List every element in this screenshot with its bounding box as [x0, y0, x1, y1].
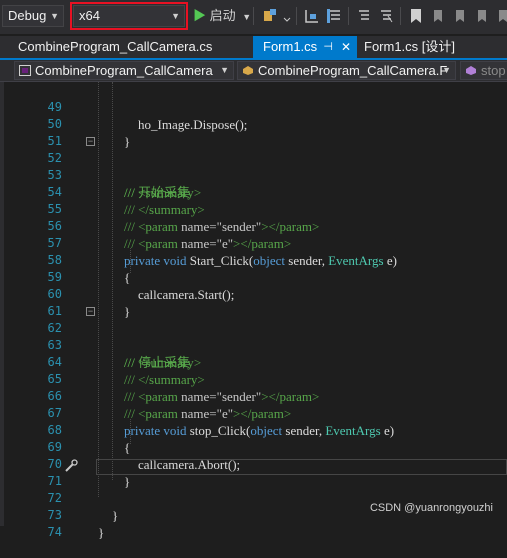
code-line: 56 /// <param name="e"></param>	[0, 201, 507, 251]
code-line: 61	[0, 286, 507, 318]
code-line: 72 }	[0, 473, 507, 523]
next-bookmark-icon[interactable]	[452, 8, 468, 24]
toolbar-separator	[348, 7, 349, 25]
chevron-down-icon: ▼	[242, 12, 252, 22]
tab-label: Form1.cs	[263, 39, 318, 54]
code-line: 68 {	[0, 405, 507, 455]
collapse-icon[interactable]: −	[86, 137, 95, 146]
previous-bookmark-icon[interactable]	[430, 8, 446, 24]
code-text: }	[98, 525, 105, 540]
pin-icon[interactable]: ⊣	[323, 36, 333, 58]
chevron-down-icon: ▼	[442, 65, 451, 75]
chevron-down-icon: ▼	[220, 65, 229, 75]
code-line: 60 }	[0, 269, 507, 319]
project-name: CombineProgram_CallCamera	[35, 63, 213, 78]
browser-link-icon[interactable]	[262, 8, 278, 24]
tab-form1-designer[interactable]: Form1.cs [设计]	[354, 36, 474, 58]
comment-lines-icon[interactable]	[356, 8, 372, 24]
tab-form1-cs[interactable]: Form1.cs ⊣ ✕	[253, 36, 357, 58]
clear-bookmarks-icon[interactable]	[474, 8, 490, 24]
code-line: 67 private void stop_Click(object sender…	[0, 388, 507, 438]
toolbar-separator	[296, 7, 297, 25]
code-line: 57 private void Start_Click(object sende…	[0, 218, 507, 268]
code-line: 53 /// 开始采集	[0, 150, 507, 200]
code-line: 63 /// 停止采集	[0, 320, 507, 370]
start-label: 启动	[209, 8, 236, 23]
tab-label: Form1.cs [设计]	[364, 39, 456, 54]
step-icon[interactable]	[304, 8, 320, 24]
solution-platform-dropdown[interactable]: x64 ▼	[70, 2, 188, 30]
toolbar-separator	[253, 7, 254, 25]
uncomment-lines-icon[interactable]	[378, 8, 394, 24]
code-line: 50 }	[0, 99, 507, 149]
tab-label: CombineProgram_CallCamera.cs	[18, 39, 213, 54]
code-line: 59 callcamera.Start();	[0, 252, 507, 302]
code-line: 65 /// <param name="sender"></param>	[0, 354, 507, 404]
tab-combineprogram-callcamera[interactable]: CombineProgram_CallCamera.cs	[8, 36, 250, 58]
line-number: 74	[47, 525, 62, 539]
play-icon: ▶	[193, 8, 207, 23]
navigation-bar: CombineProgram_CallCamera ▼ CombineProgr…	[0, 60, 507, 82]
member-name: stop	[481, 63, 506, 78]
platform-value: x64	[79, 8, 100, 23]
bookmark-icon[interactable]	[408, 8, 424, 24]
code-line: 70 }	[0, 439, 507, 489]
code-line: 51	[0, 116, 507, 148]
collapse-icon[interactable]: −	[86, 307, 95, 316]
chevron-down-icon: ▼	[171, 11, 180, 21]
more-bookmark-icon[interactable]	[495, 8, 507, 24]
code-line: 66 /// <param name="e"></param>	[0, 371, 507, 421]
watermark: CSDN @yuanrongyouzhi	[369, 502, 493, 514]
code-line: 62 − /// <summary>	[0, 303, 507, 371]
code-line: 71	[0, 456, 507, 488]
csharp-project-icon	[19, 65, 31, 76]
code-line: 64 /// </summary>	[0, 337, 507, 387]
code-line: 49 ho_Image.Dispose();	[0, 82, 507, 132]
solution-configuration-dropdown[interactable]: Debug ▼	[2, 5, 64, 27]
solution-explorer-icon[interactable]	[326, 8, 342, 24]
chevron-down-icon[interactable]	[283, 8, 291, 24]
code-line: 55 /// <param name="sender"></param>	[0, 184, 507, 234]
code-line: 69 callcamera.Abort();	[0, 422, 507, 472]
code-line: 58 {	[0, 235, 507, 285]
type-name: CombineProgram_CallCamera.F	[258, 63, 448, 78]
method-icon	[466, 66, 476, 75]
toolbar-separator	[400, 7, 401, 25]
member-dropdown[interactable]: stop	[460, 61, 507, 80]
configuration-value: Debug	[8, 8, 47, 23]
close-icon[interactable]: ✕	[341, 36, 351, 58]
document-tabs: CombineProgram_CallCamera.cs Form1.cs ⊣ …	[0, 36, 507, 60]
chevron-down-icon: ▼	[50, 11, 59, 21]
type-dropdown[interactable]: CombineProgram_CallCamera.F ▼	[237, 61, 456, 80]
code-line: 54 /// </summary>	[0, 167, 507, 217]
project-dropdown[interactable]: CombineProgram_CallCamera ▼	[14, 61, 234, 80]
code-line: 52 − /// <summary>	[0, 133, 507, 201]
toolbar: Debug ▼ x64 ▼ ▶ 启动 ▼	[0, 0, 507, 34]
start-button[interactable]: ▶ 启动 ▼	[193, 6, 251, 26]
class-icon	[243, 66, 253, 75]
code-editor[interactable]: 49 ho_Image.Dispose(); 50 } 51 52 − /// …	[0, 82, 507, 540]
